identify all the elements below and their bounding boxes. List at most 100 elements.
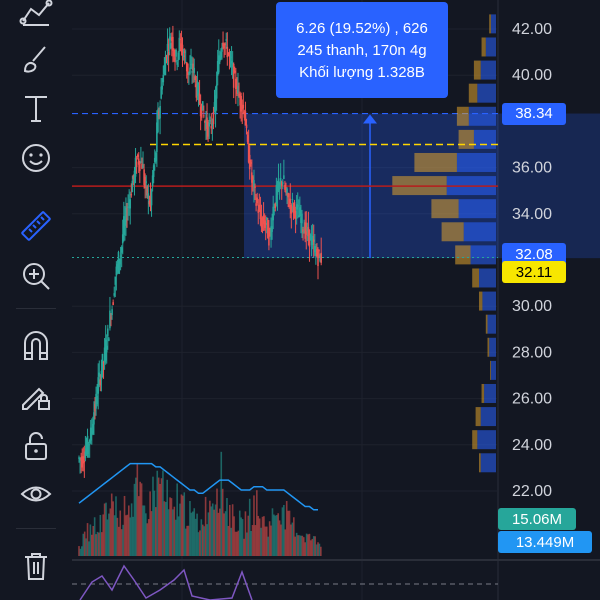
- volume-bar: [112, 501, 114, 556]
- candle-body: [105, 345, 108, 353]
- volume-bar: [260, 527, 262, 556]
- candle-body: [162, 74, 165, 83]
- candle-body: [281, 182, 284, 184]
- candle-body: [169, 43, 172, 49]
- volume-bar: [86, 523, 89, 556]
- volume-bar: [310, 540, 312, 556]
- volume-bar: [184, 528, 187, 556]
- volume-bar: [317, 542, 319, 556]
- candle-body: [145, 181, 148, 183]
- volume-bar: [108, 513, 110, 556]
- volume-profile-up: [470, 245, 496, 265]
- volume-bar: [150, 511, 153, 556]
- candle-body: [318, 250, 320, 252]
- volume-bar: [129, 517, 132, 556]
- volume-bar: [257, 515, 260, 556]
- volume-bar: [163, 501, 166, 556]
- volume-bar: [83, 531, 86, 556]
- volume-profile-down: [456, 106, 469, 126]
- volume-bar: [294, 536, 297, 556]
- volume-bar: [246, 532, 248, 556]
- volume-bar: [85, 538, 87, 556]
- volume-profile-up: [473, 129, 496, 149]
- volume-profile-down: [468, 83, 478, 103]
- volume-bar: [226, 497, 228, 556]
- candle-body: [254, 186, 256, 188]
- volume-bar: [273, 514, 275, 556]
- candle-body: [97, 377, 100, 394]
- volume-bar: [281, 507, 284, 556]
- volume-bar: [256, 490, 258, 556]
- volume-profile-up: [479, 268, 496, 288]
- volume-bar: [98, 532, 100, 556]
- volume-bar: [253, 495, 255, 556]
- volume-bar: [320, 546, 322, 556]
- candle-body: [294, 210, 297, 220]
- volume-bar: [93, 517, 96, 556]
- volume-bar: [146, 523, 149, 556]
- volume-bar: [247, 515, 250, 556]
- volume-bar: [133, 483, 136, 556]
- volume-bar: [153, 490, 156, 556]
- volume-bar: [172, 509, 174, 556]
- volume-bar: [219, 508, 221, 556]
- candle-body: [208, 122, 210, 127]
- volume-bar: [311, 538, 314, 556]
- candle-body: [173, 50, 175, 57]
- volume-bar: [167, 509, 170, 556]
- candle-body: [87, 444, 90, 446]
- candle-body: [283, 175, 285, 179]
- volume-bar: [125, 515, 127, 556]
- candle-body: [177, 52, 180, 61]
- candle-body: [99, 379, 102, 386]
- smiley-icon: [22, 144, 50, 172]
- volume-profile-down: [475, 407, 481, 427]
- visibility-button[interactable]: [14, 474, 58, 514]
- volume-bar: [159, 483, 161, 556]
- volume-bar: [193, 508, 196, 556]
- candle-body: [237, 85, 239, 94]
- volume-bar: [119, 510, 122, 556]
- ruler-button[interactable]: [14, 206, 58, 246]
- candle-body: [140, 161, 142, 163]
- volume-ma-badge: 15.06M: [498, 508, 576, 530]
- magnet-button[interactable]: [14, 326, 58, 366]
- volume-bar: [221, 488, 224, 556]
- candle-body: [120, 247, 123, 253]
- volume-bar: [169, 497, 171, 556]
- emoji-button[interactable]: [14, 138, 58, 178]
- volume-bar: [314, 536, 316, 556]
- volume-bar: [127, 505, 130, 556]
- unlock-button[interactable]: [14, 426, 58, 466]
- volume-bar: [295, 532, 298, 556]
- brush-button[interactable]: [14, 40, 58, 80]
- delete-button[interactable]: [14, 546, 58, 586]
- lock-drawings-button[interactable]: [14, 376, 58, 416]
- horizontal-grid: [72, 28, 498, 492]
- volume-bar: [263, 516, 265, 556]
- volume-bar: [305, 533, 308, 556]
- candle-body: [121, 234, 124, 244]
- pattern-tool-button[interactable]: [14, 0, 58, 34]
- volume-bar: [105, 502, 107, 556]
- zoom-in-button[interactable]: [14, 256, 58, 296]
- text-tool-button[interactable]: [14, 88, 58, 128]
- candle-body: [301, 213, 303, 224]
- price-tick-label: 26.00: [512, 391, 552, 408]
- candle-body: [292, 206, 295, 214]
- candle-body: [224, 43, 226, 46]
- volume-bar: [142, 505, 144, 556]
- candle-body: [220, 52, 222, 58]
- volume-bar: [217, 512, 220, 556]
- volume-bar: [170, 498, 173, 556]
- candle-body: [210, 125, 213, 129]
- volume-profile-up: [480, 60, 496, 80]
- volume-bar: [224, 511, 227, 556]
- candle-body: [165, 56, 168, 59]
- volume-bar: [284, 529, 287, 556]
- volume-bar: [243, 538, 245, 556]
- candle-body: [161, 85, 164, 90]
- volume-bar: [280, 524, 282, 556]
- candle-body: [212, 111, 215, 125]
- volume-bar: [92, 526, 95, 556]
